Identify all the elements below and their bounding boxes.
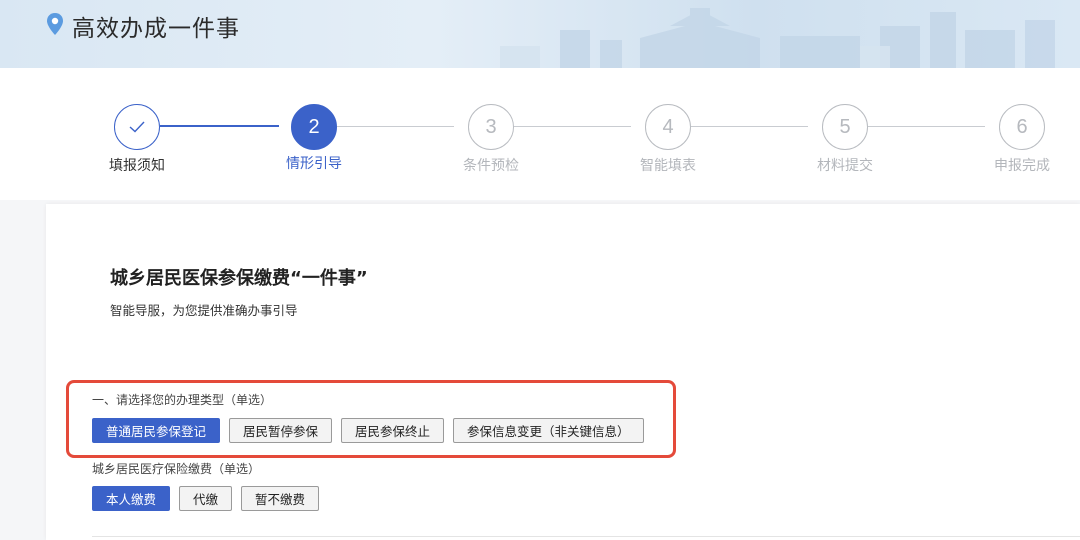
step-connector (337, 126, 454, 127)
service-title: 城乡居民医保参保缴费“一件事” (110, 268, 368, 289)
question-1-label: 一、请选择您的办理类型（单选） (92, 393, 273, 407)
option-regular-enrollment[interactable]: 普通居民参保登记 (92, 418, 221, 443)
option-proxy-pay[interactable]: 代缴 (179, 486, 233, 511)
page-header: 高效办成一件事 (0, 0, 1080, 68)
step-5-label: 材料提交 (817, 158, 873, 174)
step-connector (691, 126, 808, 127)
service-subtitle: 智能导服，为您提供准确办事引导 (110, 303, 298, 318)
location-pin-icon (47, 13, 63, 35)
step-3-label: 条件预检 (463, 158, 519, 174)
step-1-circle (114, 104, 160, 150)
step-4-circle: 4 (645, 104, 691, 150)
step-5-circle: 5 (822, 104, 868, 150)
question-1-options: 普通居民参保登记 居民暂停参保 居民参保终止 参保信息变更（非关键信息） (92, 418, 644, 443)
question-2-options: 本人缴费 代缴 暂不缴费 (92, 486, 320, 511)
page-title: 高效办成一件事 (72, 16, 240, 42)
step-1-label: 填报须知 (109, 158, 165, 174)
option-suspend-enrollment[interactable]: 居民暂停参保 (229, 418, 333, 443)
progress-stepper: 2 3 4 5 6 填报须知 情形引导 条件预检 智能填表 材料提交 申报完成 (0, 68, 1080, 200)
step-3-circle: 3 (468, 104, 514, 150)
step-4-label: 智能填表 (640, 158, 696, 174)
step-connector (514, 126, 631, 127)
option-terminate-enrollment[interactable]: 居民参保终止 (341, 418, 445, 443)
option-change-info[interactable]: 参保信息变更（非关键信息） (453, 418, 644, 443)
guide-card: 城乡居民医保参保缴费“一件事” 智能导服，为您提供准确办事引导 一、请选择您的办… (46, 204, 1080, 540)
step-6-label: 申报完成 (994, 158, 1050, 174)
question-2-label: 城乡居民医疗保险缴费（单选） (92, 462, 261, 476)
check-icon (129, 121, 145, 133)
section-divider (92, 536, 1080, 537)
option-defer-pay[interactable]: 暂不缴费 (241, 486, 320, 511)
step-2-circle: 2 (291, 104, 337, 150)
step-connector (868, 126, 985, 127)
step-2-label: 情形引导 (286, 156, 342, 172)
step-6-circle: 6 (999, 104, 1045, 150)
step-connector (160, 125, 279, 127)
option-self-pay[interactable]: 本人缴费 (92, 486, 171, 511)
